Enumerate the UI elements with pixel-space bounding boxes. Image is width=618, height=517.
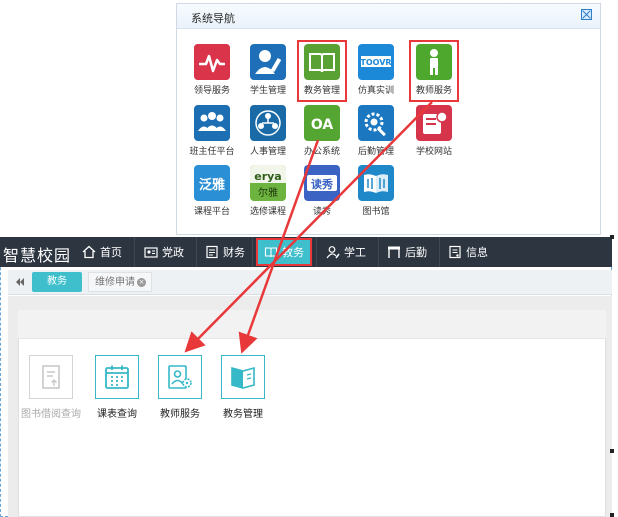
sim-logo-text: TOOVR bbox=[360, 58, 391, 67]
menu-label: 教务 bbox=[282, 246, 304, 259]
elective-logo-icon: erya 尔雅 bbox=[250, 165, 286, 201]
app-label: 学校网站 bbox=[415, 147, 452, 157]
course-platform-icon: 泛雅 bbox=[194, 165, 230, 201]
service-label: 课表查询 bbox=[97, 409, 137, 420]
app-label: 办公系统 bbox=[303, 147, 340, 157]
service-label: 教务管理 bbox=[223, 409, 263, 420]
org-chart-icon bbox=[250, 105, 286, 141]
group-people-icon bbox=[194, 105, 230, 141]
home-icon bbox=[82, 245, 96, 259]
pulse-chart-icon bbox=[194, 44, 230, 80]
panel-title: 系统导航 bbox=[191, 12, 235, 25]
app-label: 图书馆 bbox=[362, 207, 390, 217]
resize-handle[interactable] bbox=[610, 235, 614, 239]
double-chevron-left-icon[interactable] bbox=[15, 277, 25, 287]
menu-student-affairs[interactable]: 学工 bbox=[326, 237, 376, 267]
duxiu-logo-icon: 读秀 bbox=[304, 165, 340, 201]
menu-label: 后勤 bbox=[405, 246, 427, 259]
duxiu-logo-text: 读秀 bbox=[311, 177, 333, 191]
app-label: 班主任平台 bbox=[189, 147, 235, 157]
app-label: 后勤管理 bbox=[357, 147, 394, 157]
app-label: 人事管理 bbox=[249, 147, 286, 157]
gear-wrench-icon bbox=[358, 105, 394, 141]
service-card-header bbox=[18, 310, 606, 339]
website-badge-icon bbox=[416, 105, 452, 141]
service-timetable-query[interactable]: 课表查询 bbox=[86, 355, 148, 420]
simulation-logo-icon: TOOVR bbox=[358, 44, 394, 80]
menu-party-government[interactable]: 党政 bbox=[144, 237, 194, 267]
info-doc-icon bbox=[448, 245, 462, 259]
tab-bar: 教务 维修申请 × bbox=[8, 270, 612, 295]
teacher-settings-icon bbox=[158, 355, 202, 399]
close-icon[interactable] bbox=[581, 9, 592, 20]
menu-label: 首页 bbox=[100, 246, 122, 259]
app-office-system[interactable]: OA 办公系统 bbox=[292, 105, 352, 157]
app-elective-courses[interactable]: erya 尔雅 选修课程 bbox=[238, 165, 298, 217]
site-logo: 智慧校园 bbox=[3, 246, 72, 265]
top-navigation-bar: 智慧校园 首页 党政 财务 教务 学工 后勤 信息 bbox=[0, 237, 612, 267]
app-label: 学生管理 bbox=[249, 86, 286, 96]
app-label: 选修课程 bbox=[249, 207, 286, 217]
service-book-borrow-query[interactable]: 图书借阅查询 bbox=[20, 355, 82, 420]
id-card-icon bbox=[144, 245, 158, 259]
service-teacher-service[interactable]: 教师服务 bbox=[149, 355, 211, 420]
user-edit-icon bbox=[326, 245, 340, 259]
app-personnel-management[interactable]: 人事管理 bbox=[238, 105, 298, 157]
elective-bottom-text: 尔雅 bbox=[258, 186, 278, 199]
close-icon[interactable]: × bbox=[137, 278, 146, 287]
menu-label: 学工 bbox=[344, 246, 366, 259]
menu-finance[interactable]: 财务 bbox=[205, 237, 255, 267]
app-duxiu[interactable]: 读秀 读秀 bbox=[292, 165, 352, 217]
tab-repair-request[interactable]: 维修申请 × bbox=[88, 272, 152, 292]
book-icon bbox=[264, 245, 278, 259]
service-label: 教师服务 bbox=[160, 409, 200, 420]
app-library[interactable]: 图书馆 bbox=[346, 165, 406, 217]
app-leader-service[interactable]: 领导服务 bbox=[182, 44, 242, 96]
menu-home[interactable]: 首页 bbox=[82, 237, 130, 267]
app-simulation-training[interactable]: TOOVR 仿真实训 bbox=[346, 44, 406, 96]
app-school-website[interactable]: 学校网站 bbox=[404, 105, 464, 157]
elective-top-text: erya bbox=[254, 170, 281, 183]
menu-information[interactable]: 信息 bbox=[448, 237, 498, 267]
panel-header: 系统导航 bbox=[177, 4, 600, 29]
menu-academic[interactable]: 教务 bbox=[256, 238, 312, 266]
resize-handle[interactable] bbox=[610, 449, 614, 453]
app-label: 课程平台 bbox=[193, 207, 230, 217]
tab-academic[interactable]: 教务 bbox=[32, 272, 82, 292]
menu-logistics[interactable]: 后勤 bbox=[387, 237, 437, 267]
menu-label: 党政 bbox=[162, 246, 184, 259]
menu-label: 信息 bbox=[466, 246, 488, 259]
app-label: 读秀 bbox=[312, 207, 331, 217]
book-borrow-icon bbox=[29, 355, 73, 399]
flag-icon bbox=[387, 245, 401, 259]
app-label: 领导服务 bbox=[193, 86, 230, 96]
course-logo-text: 泛雅 bbox=[199, 177, 225, 193]
library-book-icon bbox=[358, 165, 394, 201]
app-label: 仿真实训 bbox=[357, 86, 394, 96]
highlight-academic-management bbox=[297, 40, 347, 102]
menu-label: 财务 bbox=[223, 246, 245, 259]
app-course-platform[interactable]: 泛雅 课程平台 bbox=[182, 165, 242, 217]
highlight-teacher-service bbox=[409, 40, 459, 102]
service-label: 图书借阅查询 bbox=[21, 409, 81, 420]
ledger-icon bbox=[205, 245, 219, 259]
app-logistics-management[interactable]: 后勤管理 bbox=[346, 105, 406, 157]
app-class-teacher-platform[interactable]: 班主任平台 bbox=[182, 105, 242, 157]
oa-logo-text: OA bbox=[311, 117, 334, 133]
calendar-icon bbox=[95, 355, 139, 399]
app-student-management[interactable]: 学生管理 bbox=[238, 44, 298, 96]
student-edit-icon bbox=[250, 44, 286, 80]
tab-label: 维修申请 bbox=[95, 277, 135, 288]
resize-handle[interactable] bbox=[610, 513, 614, 517]
open-book-icon bbox=[221, 355, 265, 399]
service-academic-management[interactable]: 教务管理 bbox=[212, 355, 274, 420]
oa-text-icon: OA bbox=[304, 105, 340, 141]
